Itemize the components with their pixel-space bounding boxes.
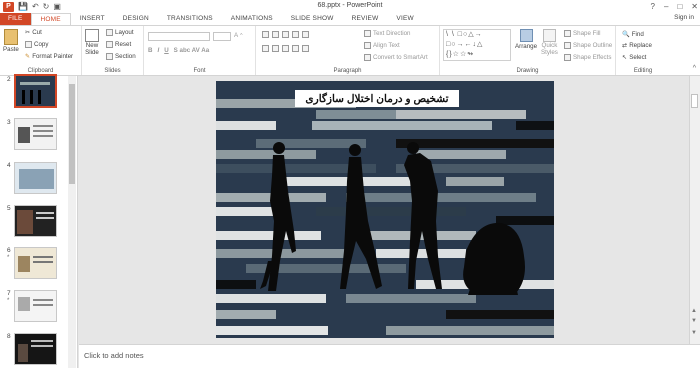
slide-thumbnail-8[interactable] <box>14 333 57 365</box>
collapse-ribbon-icon[interactable]: ^ <box>693 65 696 72</box>
tab-insert[interactable]: INSERT <box>71 13 114 25</box>
shape-outline-button[interactable]: Shape Outline <box>564 42 612 49</box>
help-button[interactable]: ? <box>651 2 655 11</box>
tab-slide-show[interactable]: SLIDE SHOW <box>282 13 343 25</box>
slide-thumbnail-3[interactable] <box>14 118 57 150</box>
notes-placeholder: Click to add notes <box>84 351 144 360</box>
font-grow-button[interactable]: A ^ <box>234 32 243 39</box>
clipboard-group: Paste ✂ Cut Copy ✎ Format Painter Clipboar… <box>0 26 82 75</box>
window-controls: ? – □ ✕ <box>651 0 698 13</box>
slide-thumbnail-4[interactable] <box>14 162 57 194</box>
thumbnail-number: 7 <box>7 290 11 297</box>
section-icon <box>106 53 113 60</box>
sign-in-link[interactable]: Sign in <box>674 14 694 21</box>
find-icon: 🔍 <box>622 31 630 38</box>
animation-star: * <box>7 255 10 261</box>
tab-review[interactable]: REVIEW <box>343 13 388 25</box>
replace-icon: ⇄ <box>622 42 628 49</box>
ribbon-tabs: FILE HOME INSERT DESIGN TRANSITIONS ANIM… <box>0 13 700 25</box>
animation-star: * <box>7 298 10 304</box>
paragraph-label: Paragraph <box>333 68 362 74</box>
thumbnail-number: 4 <box>7 162 11 169</box>
next-slide-arrow[interactable]: ▼ <box>691 330 697 336</box>
tab-design[interactable]: DESIGN <box>114 13 158 25</box>
font-group: A ^ B I U S abc AV Aa Font <box>144 26 256 75</box>
cut-button[interactable]: ✂ Cut <box>25 29 42 36</box>
ribbon: Paste ✂ Cut Copy ✎ Format Painter Clipboar… <box>0 25 700 76</box>
paragraph-group: Text Direction Align Text Convert to Sma… <box>256 26 440 75</box>
drawing-group: \ \ □○△→ □○→←↓△ {}☆☆↬ Arrange Quick Styles… <box>440 26 616 75</box>
convert-smartart-button[interactable]: Convert to SmartArt <box>364 54 428 61</box>
tab-file[interactable]: FILE <box>0 13 31 25</box>
layout-button[interactable]: Layout <box>106 29 134 36</box>
thumbnail-number: 8 <box>7 333 11 340</box>
tab-transitions[interactable]: TRANSITIONS <box>158 13 222 25</box>
quick-styles-button[interactable]: Quick Styles <box>541 29 558 56</box>
slide-content[interactable] <box>216 81 554 338</box>
slide-thumbnail-pane: 2 3 4 5 6 * 7 * 8 <box>0 74 78 368</box>
slide-scroll-thumb[interactable] <box>691 94 698 108</box>
slides-group: New Slide Layout Reset Section Slides <box>82 26 144 75</box>
reset-icon <box>106 41 113 48</box>
cut-icon: ✂ <box>25 29 31 36</box>
reset-button[interactable]: Reset <box>106 41 131 48</box>
tab-home[interactable]: HOME <box>30 13 71 25</box>
shape-effects-button[interactable]: Shape Effects <box>564 54 611 61</box>
slide-thumbnail-5[interactable] <box>14 205 57 237</box>
drawing-label: Drawing <box>516 68 539 74</box>
scroll-down-arrow[interactable]: ▼ <box>691 318 697 324</box>
paste-button[interactable]: Paste <box>3 29 19 53</box>
shapes-gallery[interactable]: \ \ □○△→ □○→←↓△ {}☆☆↬ <box>443 29 511 61</box>
slide-title[interactable]: تشخیص و درمان اختلال سازگاری <box>295 90 459 107</box>
font-format-buttons[interactable]: B I U S abc AV Aa <box>148 47 209 54</box>
arrange-icon <box>519 29 533 42</box>
section-button[interactable]: Section <box>106 53 136 60</box>
quick-styles-icon <box>542 29 556 42</box>
thumbnail-number: 3 <box>7 119 11 126</box>
minimize-button[interactable]: – <box>664 2 668 11</box>
align-text-button[interactable]: Align Text <box>364 42 400 49</box>
format-painter-button[interactable]: ✎ Format Painter <box>25 53 73 60</box>
maximize-button[interactable]: □ <box>677 2 682 11</box>
shape-fill-button[interactable]: Shape Fill <box>564 30 601 37</box>
slides-label: Slides <box>104 68 121 74</box>
arrange-button[interactable]: Arrange <box>515 29 537 50</box>
slide-scrollbar[interactable]: ▲ ▼ ▼ <box>689 76 700 344</box>
thumbnail-number: 6 <box>7 247 11 254</box>
new-slide-icon <box>85 29 99 42</box>
font-label: Font <box>193 68 206 74</box>
slide-thumbnail-6[interactable] <box>14 247 57 279</box>
window-title: 68.pptx - PowerPoint <box>317 2 383 9</box>
silhouettes-image <box>260 142 525 295</box>
layout-icon <box>106 29 113 36</box>
tab-view[interactable]: VIEW <box>387 13 422 25</box>
text-direction-button[interactable]: Text Direction <box>364 30 410 37</box>
paste-icon <box>3 29 18 45</box>
find-button[interactable]: 🔍 Find <box>622 30 644 39</box>
font-name-combo[interactable] <box>148 32 210 41</box>
scroll-up-arrow[interactable]: ▲ <box>691 308 697 314</box>
close-button[interactable]: ✕ <box>691 2 698 11</box>
format-painter-icon: ✎ <box>25 53 31 60</box>
select-button[interactable]: ↖ Select <box>622 54 646 61</box>
tab-animations[interactable]: ANIMATIONS <box>222 13 282 25</box>
thumbnail-scroll-thumb[interactable] <box>69 84 75 184</box>
notes-pane[interactable]: Click to add notes <box>79 344 700 368</box>
thumbnail-number: 2 <box>7 76 11 83</box>
copy-button[interactable]: Copy <box>25 41 48 48</box>
slide-thumbnail-7[interactable] <box>14 290 57 322</box>
copy-icon <box>25 41 32 48</box>
list-buttons[interactable] <box>262 31 309 38</box>
select-icon: ↖ <box>622 54 628 61</box>
new-slide-button[interactable]: New Slide <box>85 29 99 56</box>
font-size-combo[interactable] <box>213 32 231 41</box>
thumbnail-number: 5 <box>7 205 11 212</box>
title-bar: P 💾 ↶ ↻ ▣ 68.pptx - PowerPoint ? – □ ✕ <box>0 0 700 13</box>
editing-group: 🔍 Find ⇄ Replace ↖ Select Editing <box>616 26 670 75</box>
slide-thumbnail-2[interactable] <box>14 74 57 108</box>
editing-label: Editing <box>633 68 653 74</box>
align-buttons[interactable] <box>262 45 309 52</box>
replace-button[interactable]: ⇄ Replace <box>622 42 652 49</box>
